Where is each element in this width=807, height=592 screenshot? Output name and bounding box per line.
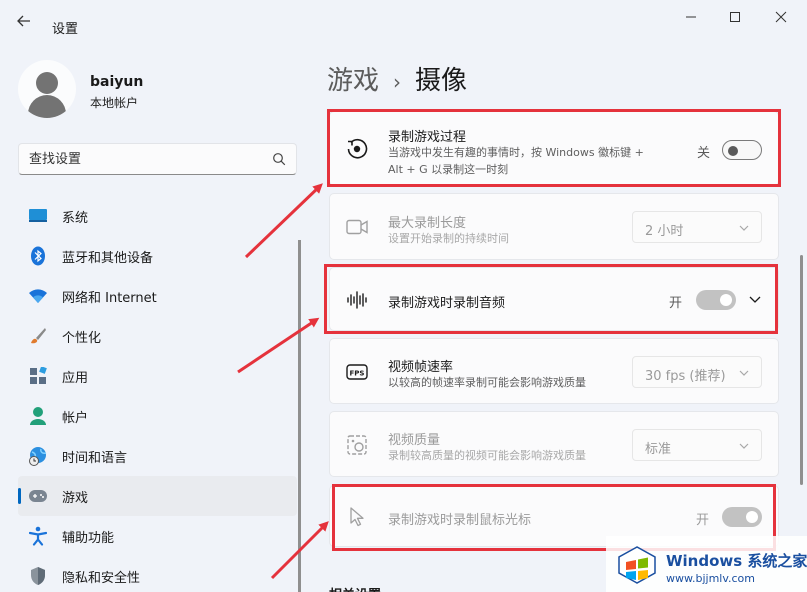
setting-title: 视频质量 bbox=[388, 433, 441, 448]
globe-clock-icon bbox=[28, 446, 48, 466]
title-bar: 设置 bbox=[0, 0, 807, 40]
windows-logo-icon bbox=[618, 546, 656, 584]
breadcrumb-parent[interactable]: 游戏 bbox=[327, 66, 379, 96]
avatar bbox=[18, 60, 76, 118]
setting-title: 最大录制长度 bbox=[388, 216, 467, 231]
setting-max-length: 最大录制长度 设置开始录制的持续时间 2 小时 bbox=[329, 193, 779, 260]
chevron-down-icon bbox=[739, 370, 749, 376]
sidebar-item-time-language[interactable]: 时间和语言 bbox=[18, 436, 297, 476]
sidebar-item-personalization[interactable]: 个性化 bbox=[18, 316, 297, 356]
setting-title: 视频帧速率 bbox=[388, 360, 454, 375]
system-icon bbox=[28, 206, 48, 226]
sidebar-item-accessibility[interactable]: 辅助功能 bbox=[18, 516, 297, 556]
page-title: 摄像 bbox=[415, 66, 468, 96]
annotation-box-record-audio bbox=[324, 264, 778, 334]
pane-divider bbox=[298, 240, 301, 592]
frame-rate-dropdown[interactable]: 30 fps (推荐) bbox=[632, 356, 762, 388]
back-arrow-icon[interactable] bbox=[16, 13, 32, 32]
setting-description: 以较高的帧速率录制可能会影响游戏质量 bbox=[388, 376, 586, 389]
breadcrumb: 游戏 › 摄像 bbox=[327, 60, 467, 97]
video-quality-dropdown[interactable]: 标准 bbox=[632, 429, 762, 461]
sidebar-item-label: 蓝牙和其他设备 bbox=[62, 250, 154, 266]
maximize-icon[interactable] bbox=[720, 8, 750, 30]
setting-frame-rate: FPS 视频帧速率 以较高的帧速率录制可能会影响游戏质量 30 fps (推荐) bbox=[329, 338, 779, 404]
sidebar-item-label: 个性化 bbox=[62, 330, 102, 346]
setting-description: 录制较高质量的视频可能会影响游戏质量 bbox=[388, 449, 586, 462]
sidebar-item-network[interactable]: 网络和 Internet bbox=[18, 276, 297, 316]
watermark-brand: Windows 系统之家 bbox=[666, 552, 807, 570]
account-type: 本地帐户 bbox=[90, 96, 139, 110]
annotation-box-record-game bbox=[327, 109, 781, 187]
sidebar-item-privacy-security[interactable]: 隐私和安全性 bbox=[18, 556, 297, 592]
setting-description: 设置开始录制的持续时间 bbox=[388, 232, 509, 245]
sidebar-item-label: 隐私和安全性 bbox=[62, 570, 141, 586]
shield-icon bbox=[28, 566, 48, 586]
sidebar-nav: 系统 蓝牙和其他设备 网络和 Internet 个性化 应用 帐户 时间和语言 … bbox=[18, 196, 297, 592]
sidebar-item-accounts[interactable]: 帐户 bbox=[18, 396, 297, 436]
camera-icon bbox=[344, 214, 370, 240]
dropdown-value: 30 fps (推荐) bbox=[645, 369, 726, 384]
wifi-icon bbox=[28, 286, 48, 306]
close-icon[interactable] bbox=[766, 8, 796, 30]
watermark: Windows 系统之家 www.bjjmlv.com bbox=[606, 536, 807, 592]
apps-icon bbox=[28, 366, 48, 386]
sidebar-item-label: 帐户 bbox=[62, 410, 89, 426]
account-icon bbox=[28, 406, 48, 426]
scrollbar[interactable] bbox=[800, 255, 803, 485]
fps-icon: FPS bbox=[344, 359, 370, 385]
setting-video-quality: 视频质量 录制较高质量的视频可能会影响游戏质量 标准 bbox=[329, 411, 779, 477]
sidebar-item-system[interactable]: 系统 bbox=[18, 196, 297, 236]
video-quality-icon bbox=[344, 432, 370, 458]
gamepad-icon bbox=[28, 486, 48, 506]
minimize-icon[interactable] bbox=[676, 8, 706, 30]
dropdown-value: 2 小时 bbox=[645, 224, 684, 239]
bluetooth-icon bbox=[28, 246, 48, 266]
sidebar-item-apps[interactable]: 应用 bbox=[18, 356, 297, 396]
accessibility-icon bbox=[28, 526, 48, 546]
sidebar-item-gaming[interactable]: 游戏 bbox=[18, 476, 297, 516]
chevron-down-icon bbox=[739, 443, 749, 449]
svg-text:FPS: FPS bbox=[350, 370, 365, 378]
related-settings-heading: 相关设置 bbox=[329, 584, 381, 592]
sidebar-item-label: 系统 bbox=[62, 210, 89, 226]
sidebar-item-label: 时间和语言 bbox=[62, 450, 128, 466]
chevron-down-icon bbox=[739, 225, 749, 231]
breadcrumb-separator: › bbox=[393, 70, 402, 94]
user-name: baiyun bbox=[90, 74, 144, 90]
max-length-dropdown[interactable]: 2 小时 bbox=[632, 211, 762, 243]
sidebar-item-label: 辅助功能 bbox=[62, 530, 115, 546]
search-icon[interactable] bbox=[272, 152, 286, 166]
sidebar-item-label: 游戏 bbox=[62, 490, 89, 506]
search-box[interactable] bbox=[18, 143, 297, 175]
search-input[interactable] bbox=[29, 150, 259, 168]
watermark-url: www.bjjmlv.com bbox=[666, 572, 755, 585]
sidebar-item-label: 网络和 Internet bbox=[62, 290, 157, 306]
sidebar-item-bluetooth[interactable]: 蓝牙和其他设备 bbox=[18, 236, 297, 276]
sidebar-item-label: 应用 bbox=[62, 370, 89, 386]
app-title: 设置 bbox=[52, 22, 79, 37]
dropdown-value: 标准 bbox=[645, 442, 672, 457]
brush-icon bbox=[28, 326, 48, 346]
